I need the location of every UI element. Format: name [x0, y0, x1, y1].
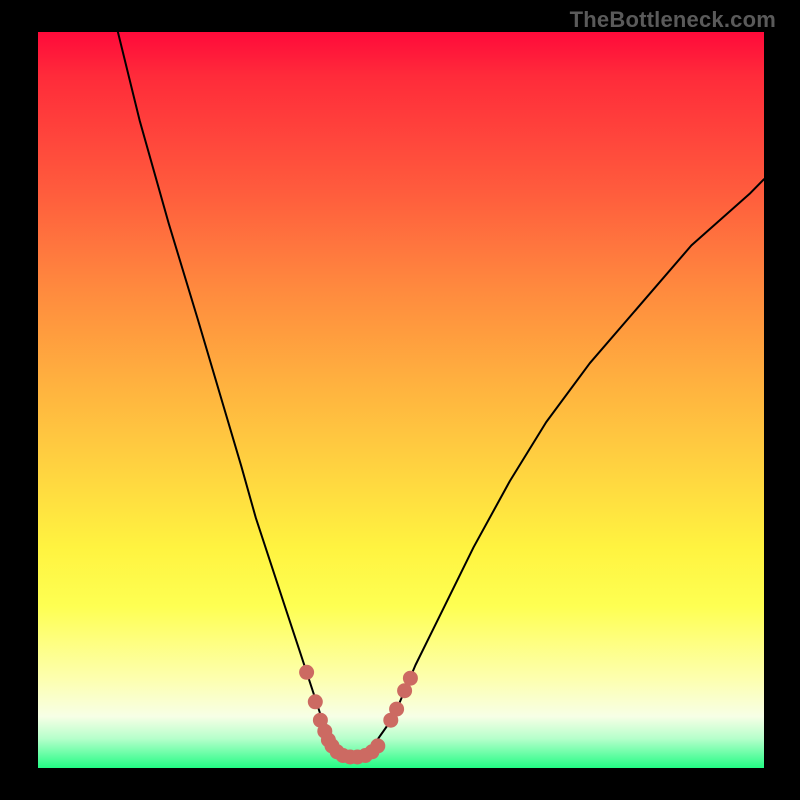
curve-layer [38, 32, 764, 768]
plot-area [38, 32, 764, 768]
marker-dot [299, 665, 314, 680]
bottleneck-curve [118, 32, 764, 758]
marker-dot [389, 702, 404, 717]
marker-dot [308, 694, 323, 709]
chart-frame: TheBottleneck.com [0, 0, 800, 800]
marker-dot [403, 671, 418, 686]
curve-markers [299, 665, 418, 765]
watermark-text: TheBottleneck.com [570, 7, 776, 33]
marker-dot [370, 738, 385, 753]
